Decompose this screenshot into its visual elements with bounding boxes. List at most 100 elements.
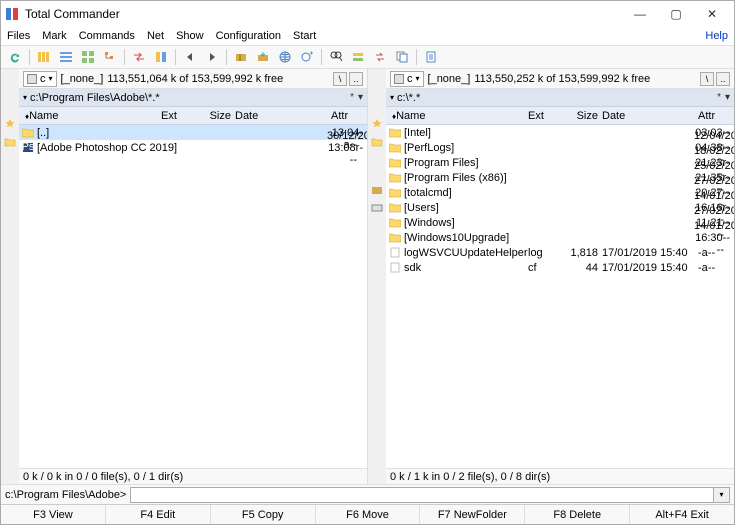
swap-panels-icon[interactable]: [129, 47, 149, 67]
file-row[interactable]: logWSVCUUpdateHelperlog1,81817/01/2019 1…: [386, 245, 734, 260]
file-name: [Adobe Photoshop CC 2019]: [37, 142, 293, 154]
f5-copy[interactable]: F5 Copy: [211, 505, 316, 524]
file-row[interactable]: Ps[Adobe Photoshop CC 2019]30/12/2018 13…: [19, 140, 367, 155]
folder-icon: [388, 232, 402, 244]
menu-start[interactable]: Start: [293, 30, 316, 42]
command-history-button[interactable]: ▾: [714, 487, 730, 503]
search-icon[interactable]: [326, 47, 346, 67]
menu-help[interactable]: Help: [705, 30, 728, 42]
file-name: [Program Files (x86)]: [404, 172, 660, 184]
unpack-icon[interactable]: [253, 47, 273, 67]
forward-icon[interactable]: [202, 47, 222, 67]
right-history-icon[interactable]: *: [717, 92, 721, 103]
left-path-row[interactable]: ▾ c:\Program Files\Adobe\*.* * ▾: [19, 89, 367, 107]
ftp-new-icon[interactable]: [297, 47, 317, 67]
minimize-button[interactable]: —: [622, 4, 658, 24]
file-size: 44: [562, 262, 602, 274]
file-row[interactable]: [Users]14/01/2019 16:16r---: [386, 200, 734, 215]
left-file-list[interactable]: [..]30/12/2018 13:04-a--Ps[Adobe Photosh…: [19, 125, 367, 468]
file-row[interactable]: [Intel]30/12/2018 03:03----: [386, 125, 734, 140]
folder-icon: [388, 157, 402, 169]
fav-disk-icon[interactable]: [370, 201, 384, 215]
refresh-icon[interactable]: [5, 47, 25, 67]
maximize-button[interactable]: ▢: [658, 4, 694, 24]
col-attr: Attr: [698, 110, 734, 122]
notepad-icon[interactable]: [421, 47, 441, 67]
fav-box-icon[interactable]: [370, 183, 384, 197]
f3-view[interactable]: F3 View: [1, 505, 106, 524]
file-row[interactable]: [Program Files (x86)]25/02/2019 21:35r--…: [386, 170, 734, 185]
right-up-button[interactable]: ..: [716, 72, 730, 86]
menu-commands[interactable]: Commands: [79, 30, 135, 42]
back-icon[interactable]: [180, 47, 200, 67]
file-row[interactable]: sdkcf4417/01/2019 15:40-a--: [386, 260, 734, 275]
left-path: c:\Program Files\Adobe\*.*: [30, 92, 346, 104]
left-history-drop-icon[interactable]: ▾: [358, 92, 363, 103]
pack-icon[interactable]: [231, 47, 251, 67]
sync-icon[interactable]: [370, 47, 390, 67]
right-sidebar: [368, 69, 386, 484]
command-input[interactable]: [130, 487, 714, 503]
command-row: c:\Program Files\Adobe> ▾: [1, 484, 734, 504]
file-name: logWSVCUUpdateHelper: [404, 247, 528, 259]
full-icon[interactable]: [56, 47, 76, 67]
file-icon: [388, 247, 402, 259]
menu-mark[interactable]: Mark: [42, 30, 66, 42]
file-row[interactable]: [Windows]27/02/2019 11:21----: [386, 215, 734, 230]
tree-icon[interactable]: [100, 47, 120, 67]
left-root-button[interactable]: \: [333, 72, 347, 86]
f4-edit[interactable]: F4 Edit: [106, 505, 211, 524]
folder-icon: [388, 187, 402, 199]
file-name: [Windows10Upgrade]: [404, 232, 660, 244]
menu-show[interactable]: Show: [176, 30, 204, 42]
copy-names-icon[interactable]: [392, 47, 412, 67]
file-row[interactable]: [totalcmd]27/02/2019 20:27----: [386, 185, 734, 200]
svg-text:Ps: Ps: [22, 142, 34, 153]
f7-newfolder[interactable]: F7 NewFolder: [420, 505, 525, 524]
file-name: [Windows]: [404, 217, 660, 229]
thumbs-icon[interactable]: [78, 47, 98, 67]
left-header[interactable]: ♦Name Ext Size Date Attr: [19, 107, 367, 125]
file-row[interactable]: [Windows10Upgrade]14/01/2019 16:30----: [386, 230, 734, 245]
right-file-list[interactable]: [Intel]30/12/2018 03:03----[PerfLogs]12/…: [386, 125, 734, 468]
left-up-button[interactable]: ..: [349, 72, 363, 86]
alt-f4-exit[interactable]: Alt+F4 Exit: [630, 505, 734, 524]
left-history-icon[interactable]: *: [350, 92, 354, 103]
file-date: 17/01/2019 15:40: [602, 262, 698, 274]
close-button[interactable]: ✕: [694, 4, 730, 24]
fav-star-icon[interactable]: [3, 117, 17, 131]
f8-delete[interactable]: F8 Delete: [525, 505, 630, 524]
right-drive-selector[interactable]: c▾: [390, 71, 424, 87]
window-title: Total Commander: [25, 7, 622, 21]
file-name: [Users]: [404, 202, 660, 214]
right-main: c▾ [_none_] 113,550,252 k of 153,599,992…: [386, 69, 734, 484]
file-ext: cf: [528, 262, 562, 274]
target-equal-source-icon[interactable]: [151, 47, 171, 67]
right-path-row[interactable]: ▾ c:\*.* * ▾: [386, 89, 734, 107]
fav-folder-icon[interactable]: [3, 135, 17, 149]
right-root-button[interactable]: \: [700, 72, 714, 86]
multi-rename-icon[interactable]: [348, 47, 368, 67]
folder-icon: [388, 217, 402, 229]
brief-icon[interactable]: [34, 47, 54, 67]
left-free-space: 113,551,064 k of 153,599,992 k free: [107, 73, 329, 85]
right-history-drop-icon[interactable]: ▾: [725, 92, 730, 103]
file-row[interactable]: [PerfLogs]12/04/2018 04:38----: [386, 140, 734, 155]
menu-configuration[interactable]: Configuration: [216, 30, 281, 42]
file-row[interactable]: [..]30/12/2018 13:04-a--: [19, 125, 367, 140]
window-buttons: — ▢ ✕: [622, 4, 730, 24]
left-drive-letter: c: [40, 73, 46, 85]
right-header[interactable]: ♦Name Ext Size Date Attr: [386, 107, 734, 125]
left-panel: c▾ [_none_] 113,551,064 k of 153,599,992…: [1, 69, 368, 484]
left-drive-tag: [_none_]: [61, 73, 104, 85]
left-drive-selector[interactable]: c▾: [23, 71, 57, 87]
menu-net[interactable]: Net: [147, 30, 164, 42]
fav-star-icon[interactable]: [370, 117, 384, 131]
file-name: [Intel]: [404, 127, 660, 139]
fav-folder-icon[interactable]: [370, 135, 384, 149]
ftp-icon[interactable]: [275, 47, 295, 67]
f6-move[interactable]: F6 Move: [316, 505, 421, 524]
file-attr: -a--: [698, 262, 734, 274]
file-row[interactable]: [Program Files]18/02/2019 21:23r---: [386, 155, 734, 170]
menu-files[interactable]: Files: [7, 30, 30, 42]
